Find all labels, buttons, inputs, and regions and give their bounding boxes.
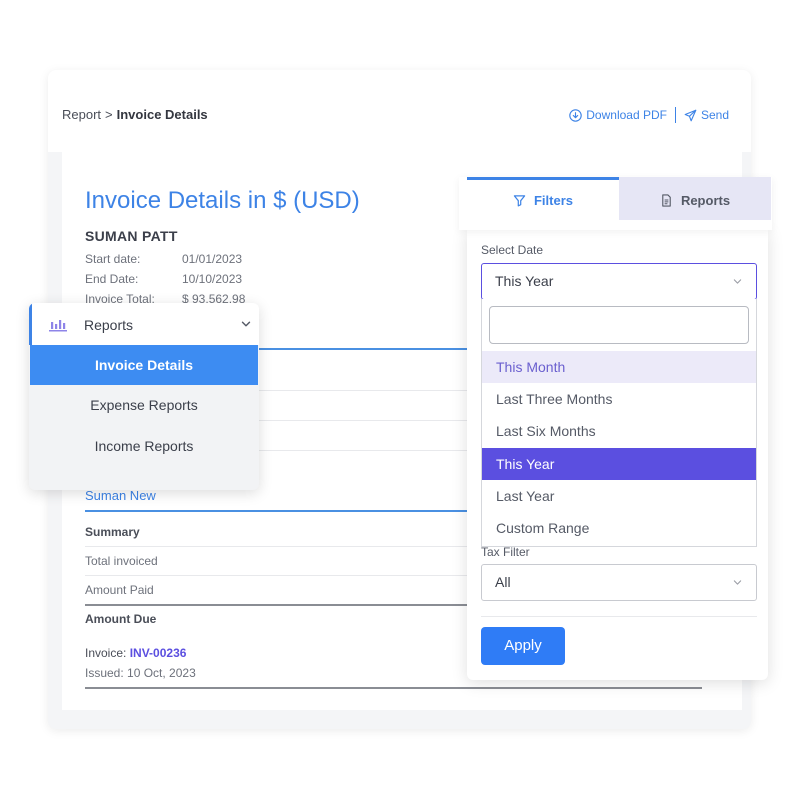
download-pdf-label: Download PDF	[586, 108, 667, 122]
bottom-divider	[85, 687, 702, 689]
breadcrumb-root[interactable]: Report	[62, 107, 101, 122]
tax-filter-value: All	[495, 574, 511, 590]
customer-name: SUMAN PATT	[85, 228, 178, 244]
panel-tabs: Filters Reports	[459, 177, 772, 230]
reports-menu-header[interactable]: Reports	[29, 303, 259, 345]
chevron-down-icon	[733, 580, 742, 585]
tab-filters[interactable]: Filters	[467, 177, 619, 220]
summary-label: Summary	[85, 525, 140, 539]
issued-date: Issued: 10 Oct, 2023	[85, 666, 196, 680]
date-option-this-year[interactable]: This Year	[482, 448, 756, 480]
menu-item-expense-reports[interactable]: Expense Reports	[30, 385, 258, 425]
reports-side-menu: Reports Invoice Details Expense Reports …	[29, 303, 259, 490]
row-divider	[85, 546, 470, 547]
filter-icon	[513, 194, 526, 206]
meta-start-date: Start date: 01/01/2023	[85, 252, 242, 266]
send-icon	[684, 109, 697, 121]
top-actions: Download PDF Send	[569, 107, 729, 123]
amount-due-label: Amount Due	[85, 612, 157, 626]
chevron-down-icon	[733, 279, 742, 284]
client-divider	[85, 510, 470, 512]
chevron-down-icon	[241, 321, 251, 327]
invoice-prefix: Invoice:	[85, 646, 127, 660]
meta-value: 10/10/2023	[182, 272, 243, 286]
meta-label: End Date:	[85, 272, 139, 286]
date-options-list: This Month Last Three Months Last Six Mo…	[481, 299, 757, 547]
select-date-label: Select Date	[481, 243, 544, 257]
date-search-input[interactable]	[489, 306, 749, 344]
row-divider	[85, 575, 470, 576]
download-pdf-button[interactable]: Download PDF	[569, 108, 667, 122]
send-label: Send	[700, 108, 729, 122]
send-button[interactable]: Send	[684, 108, 729, 122]
tax-filter-label: Tax Filter	[481, 545, 530, 559]
document-icon	[662, 193, 671, 207]
tab-reports[interactable]: Reports	[619, 177, 771, 220]
bar-chart-icon	[49, 320, 67, 332]
panel-divider	[481, 616, 757, 617]
invoice-title: Invoice Details in $ (USD)	[85, 187, 360, 214]
date-option-this-month[interactable]: This Month	[482, 351, 756, 383]
meta-label: Start date:	[85, 252, 141, 266]
breadcrumb: Report > Invoice Details	[62, 107, 208, 122]
client-name[interactable]: Suman New	[85, 488, 156, 503]
select-date-value: This Year	[495, 273, 554, 289]
filter-panel: Select Date This Year This Month Last Th…	[467, 229, 768, 680]
select-date-dropdown[interactable]: This Year	[481, 263, 757, 300]
date-option-last-six-months[interactable]: Last Six Months	[482, 415, 756, 447]
top-bar: Report > Invoice Details Download PDF Send	[48, 70, 751, 152]
reports-menu-title: Reports	[84, 317, 134, 333]
invoice-id-link[interactable]: INV-00236	[130, 646, 187, 660]
menu-item-invoice-details[interactable]: Invoice Details	[30, 345, 258, 385]
date-option-last-three-months[interactable]: Last Three Months	[482, 383, 756, 415]
meta-value: 01/01/2023	[182, 252, 243, 266]
menu-item-income-reports[interactable]: Income Reports	[30, 426, 258, 466]
amount-paid-label: Amount Paid	[85, 583, 154, 597]
action-divider	[674, 107, 676, 123]
breadcrumb-current: Invoice Details	[116, 107, 208, 122]
date-option-custom-range[interactable]: Custom Range	[482, 512, 756, 544]
tax-filter-dropdown[interactable]: All	[481, 564, 757, 601]
breadcrumb-separator: >	[105, 107, 113, 122]
meta-end-date: End Date: 10/10/2023	[85, 272, 242, 286]
invoice-number: Invoice: INV-00236	[85, 646, 186, 660]
tab-filters-label: Filters	[533, 192, 573, 208]
date-option-last-year[interactable]: Last Year	[482, 480, 756, 512]
apply-button[interactable]: Apply	[481, 627, 565, 665]
download-icon	[569, 108, 583, 122]
total-invoiced-label: Total invoiced	[85, 554, 158, 568]
tab-reports-label: Reports	[680, 192, 731, 208]
